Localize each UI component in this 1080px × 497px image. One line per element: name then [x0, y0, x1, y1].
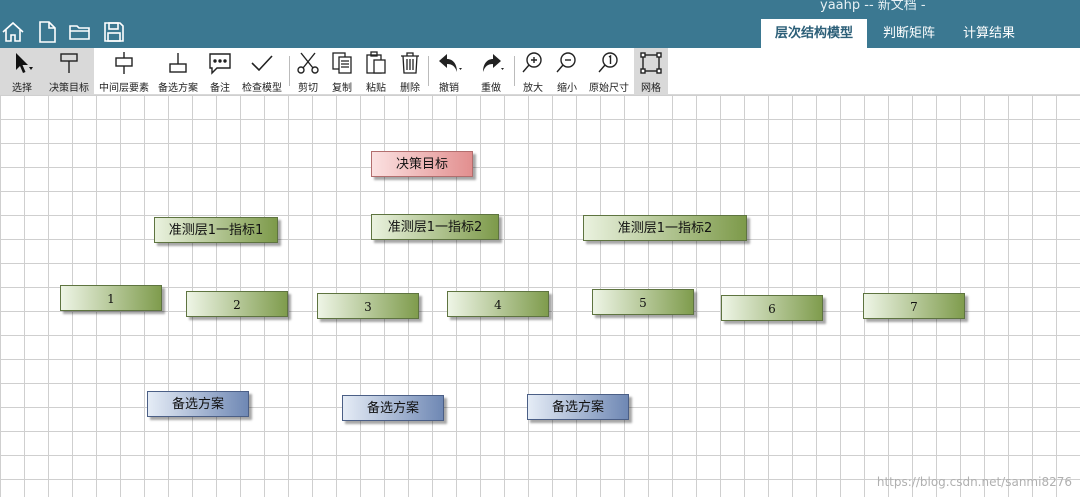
toolbar: 选择 决策目标 中间层要素 备选方案 备注 检查模型 剪切 复制 粘贴 删除 撤…: [0, 48, 1080, 95]
trash-icon: [397, 50, 423, 76]
paste-button[interactable]: 粘贴: [361, 48, 391, 94]
tab-calculation-results[interactable]: 计算结果: [949, 19, 1029, 48]
title-bar: yaahp -- 新文档 - 层次结构模型 判断矩阵 计算结果: [0, 0, 1080, 48]
toolbar-separator: [514, 56, 515, 86]
zoom-in-icon: [520, 50, 546, 76]
undo-icon: [436, 50, 462, 76]
open-folder-icon[interactable]: [68, 20, 92, 44]
undo-button[interactable]: 撤销: [432, 48, 466, 94]
tab-judgment-matrix[interactable]: 判断矩阵: [869, 19, 949, 48]
clipboard-icon: [363, 50, 389, 76]
window-title: yaahp -- 新文档 -: [820, 0, 926, 13]
comment-icon: [207, 50, 233, 76]
alternative-node[interactable]: 备选方案: [527, 394, 629, 420]
goal-node[interactable]: 决策目标: [371, 151, 473, 177]
tab-hierarchy-model[interactable]: 层次结构模型: [761, 19, 868, 48]
alternative-node[interactable]: 备选方案: [342, 395, 444, 421]
subcriterion-node[interactable]: 6: [721, 295, 823, 321]
check-model-button[interactable]: 检查模型: [238, 48, 286, 94]
middle-node-icon: [111, 50, 137, 76]
watermark: https://blog.csdn.net/sanmi8276: [876, 475, 1072, 489]
criterion-node[interactable]: 准测层1一指标2: [371, 214, 499, 240]
zoom-out-icon: [554, 50, 580, 76]
subcriterion-node[interactable]: 7: [863, 293, 965, 319]
home-icon[interactable]: [1, 20, 25, 44]
alternative-button[interactable]: 备选方案: [154, 48, 202, 94]
copy-button[interactable]: 复制: [327, 48, 357, 94]
toolbar-separator: [289, 56, 290, 86]
zoom-out-button[interactable]: 缩小: [552, 48, 582, 94]
zoom-reset-icon: [596, 50, 622, 76]
grid-icon: [638, 50, 664, 76]
redo-button[interactable]: 重做: [474, 48, 508, 94]
save-icon[interactable]: [102, 20, 126, 44]
pointer-icon: [9, 50, 35, 76]
delete-button[interactable]: 删除: [395, 48, 425, 94]
subcriterion-node[interactable]: 2: [186, 291, 288, 317]
cut-button[interactable]: 剪切: [293, 48, 323, 94]
middle-layer-button[interactable]: 中间层要素: [96, 48, 152, 94]
model-canvas[interactable]: 决策目标 准测层1一指标1 准测层1一指标2 准测层1一指标2 1 2 3 4 …: [0, 95, 1080, 497]
select-button[interactable]: 选择: [0, 48, 44, 94]
toolbar-separator: [428, 56, 429, 86]
scissors-icon: [295, 50, 321, 76]
checkmark-icon: [249, 50, 275, 76]
criterion-node[interactable]: 准测层1一指标1: [154, 217, 278, 243]
new-document-icon[interactable]: [35, 20, 59, 44]
subcriterion-node[interactable]: 5: [592, 289, 694, 315]
subcriterion-node[interactable]: 3: [317, 293, 419, 319]
note-button[interactable]: 备注: [204, 48, 236, 94]
alternative-node-icon: [165, 50, 191, 76]
subcriterion-node[interactable]: 1: [60, 285, 162, 311]
criterion-node[interactable]: 准测层1一指标2: [583, 215, 747, 241]
subcriterion-node[interactable]: 4: [447, 291, 549, 317]
original-size-button[interactable]: 原始尺寸: [586, 48, 632, 94]
alternative-node[interactable]: 备选方案: [147, 391, 249, 417]
zoom-in-button[interactable]: 放大: [518, 48, 548, 94]
redo-icon: [478, 50, 504, 76]
goal-node-icon: [56, 50, 82, 76]
grid-toggle-button[interactable]: 网格: [634, 48, 668, 94]
copy-icon: [329, 50, 355, 76]
goal-button[interactable]: 决策目标: [44, 48, 94, 94]
